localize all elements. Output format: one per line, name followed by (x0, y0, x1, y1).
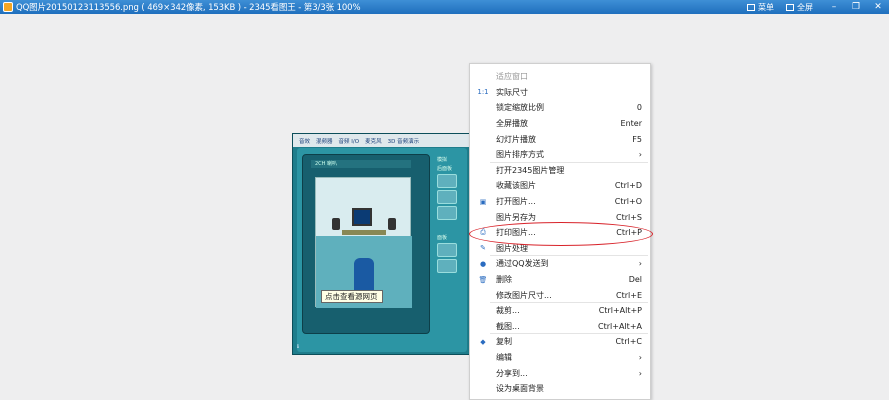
room-illustration (315, 177, 412, 308)
image-body: 2CH 喇叭 模拟 后面板 面板 (297, 148, 467, 352)
image-tab: 混频器 (316, 138, 333, 145)
desk-graphic (342, 230, 386, 235)
monitor-graphic (352, 208, 372, 226)
menu-item-label: 分享到... (496, 368, 528, 378)
menu-item-label: 锁定缩放比例 (496, 103, 544, 113)
menu-item-label: 实际尺寸 (496, 87, 528, 97)
menu-item-shortcut: Ctrl+E (616, 290, 642, 300)
image-tab: 音效 (299, 138, 311, 145)
side-label: 面板 (437, 235, 448, 241)
tooltip: 点击查看源网页 (321, 290, 383, 303)
chair-graphic (354, 258, 374, 292)
actual-size-icon: 1:1 (477, 88, 489, 97)
image-footer: ℹ (297, 344, 299, 350)
speaker-graphic (388, 218, 396, 230)
menu-item-shortcut: Ctrl+D (614, 181, 642, 191)
image-tab: 麦克风 (365, 138, 382, 145)
jack-icon (437, 174, 457, 188)
headphone-icon (437, 243, 457, 257)
menu-item-label: 图片排序方式 (496, 150, 544, 160)
image-tab-row: 音效 混频器 音频 I/O 麦克风 3D 音频演示 (293, 134, 471, 147)
menu-item[interactable]: 适应窗口 (470, 69, 650, 85)
menu-item-label: 适应窗口 (496, 72, 528, 82)
edit-image-icon: ✎ (480, 244, 486, 253)
menu-item-label: 图片另存为 (496, 212, 536, 222)
menu-item-label: 删除 (496, 275, 512, 285)
fullscreen-button[interactable]: 全屏 (786, 2, 813, 13)
menu-item[interactable]: 分享到... › (470, 365, 650, 381)
menu-item-shortcut: Del (628, 275, 642, 285)
title-bar: QQ图片20150123113556.png ( 469×342像素, 153K… (0, 0, 889, 14)
menu-button[interactable]: 菜单 (747, 2, 774, 13)
menu-item-shortcut: Ctrl+Alt+P (598, 306, 642, 316)
menu-item-label: 幻灯片播放 (496, 134, 536, 144)
menu-item-label: 设为桌面背景 (496, 384, 544, 394)
menu-item-label: 收藏该图片 (496, 181, 536, 191)
menu-item-label: 修改图片尺寸... (496, 290, 552, 300)
jack-icon (437, 190, 457, 204)
menu-item-label: 复制 (496, 337, 512, 347)
menu-item-label: 全屏播放 (496, 119, 528, 129)
side-label: 后面板 (437, 166, 453, 172)
speaker-graphic (332, 218, 340, 230)
qq-icon: ● (479, 259, 487, 268)
menu-item-label: 打开图片... (496, 197, 536, 207)
menu-item-label: 编辑 (496, 353, 512, 363)
menu-item[interactable]: 截图... Ctrl+Alt+A (470, 319, 650, 335)
app-icon (3, 2, 13, 12)
fullscreen-icon (786, 3, 794, 11)
window-title: QQ图片20150123113556.png ( 469×342像素, 153K… (16, 3, 361, 13)
menu-item[interactable]: 全屏播放 Enter (470, 116, 650, 132)
speaker-panel: 2CH 喇叭 (302, 154, 430, 334)
close-button[interactable]: ✕ (867, 2, 889, 12)
menu-item[interactable]: 裁剪... Ctrl+Alt+P (470, 303, 650, 319)
menu-item[interactable]: ◆ 复制 Ctrl+C (470, 334, 650, 350)
menu-item-shortcut: Enter (620, 119, 642, 129)
menu-item[interactable]: 编辑 › (470, 350, 650, 366)
image-tab: 3D 音频演示 (387, 138, 420, 145)
menu-item[interactable]: 🗑 删除 Del (470, 272, 650, 288)
menu-item-shortcut: Ctrl+C (615, 337, 642, 347)
menu-item-shortcut: 0 (636, 103, 642, 113)
menu-item[interactable]: 锁定缩放比例 0 (470, 100, 650, 116)
menu-item-shortcut: F5 (632, 134, 642, 144)
speaker-dropdown: 2CH 喇叭 (311, 160, 411, 168)
highlight-circle (469, 222, 653, 246)
menu-icon (747, 3, 755, 11)
displayed-image[interactable]: 音效 混频器 音频 I/O 麦克风 3D 音频演示 2CH 喇叭 模拟 后面板 … (292, 133, 471, 355)
menu-item-shortcut: Ctrl+O (614, 197, 642, 207)
menu-item[interactable]: ▣ 打开图片... Ctrl+O (470, 194, 650, 210)
image-tab: 音频 I/O (338, 138, 360, 145)
menu-item-label: 截图... (496, 321, 520, 331)
menu-item[interactable]: 修改图片尺寸... Ctrl+E (470, 287, 650, 303)
jack-icon (437, 206, 457, 220)
minimize-button[interactable]: – (823, 2, 845, 12)
menu-item[interactable]: 设为桌面背景 (470, 381, 650, 397)
menu-item-label: 裁剪... (496, 306, 520, 316)
menu-item-shortcut: Ctrl+S (615, 212, 642, 222)
menu-item[interactable]: 1:1 实际尺寸 (470, 85, 650, 101)
folder-icon: ▣ (479, 197, 487, 206)
menu-item[interactable]: 打开2345图片管理 (470, 163, 650, 179)
menu-item-shortcut: Ctrl+Alt+A (598, 321, 642, 331)
menu-item-shortcut: › (638, 368, 642, 378)
window-controls: 菜单 全屏 – ❐ ✕ (735, 0, 889, 14)
side-label: 模拟 (437, 157, 448, 163)
menu-item-shortcut: › (638, 259, 642, 269)
menu-item[interactable]: ● 通过QQ发送到 › (470, 256, 650, 272)
copy-icon: ◆ (480, 337, 486, 346)
menu-item-label: 打开2345图片管理 (496, 165, 565, 175)
jack-column: 模拟 后面板 面板 (437, 154, 463, 344)
restore-button[interactable]: ❐ (845, 2, 867, 12)
menu-item-label: 通过QQ发送到 (496, 259, 549, 269)
menu-item[interactable]: 收藏该图片 Ctrl+D (470, 178, 650, 194)
menu-item-shortcut: › (638, 150, 642, 160)
microphone-icon (437, 259, 457, 273)
menu-item-shortcut: › (638, 353, 642, 363)
menu-item[interactable]: 图片排序方式 › (470, 147, 650, 163)
menu-item[interactable]: 幻灯片播放 F5 (470, 131, 650, 147)
trash-icon: 🗑 (478, 275, 488, 284)
